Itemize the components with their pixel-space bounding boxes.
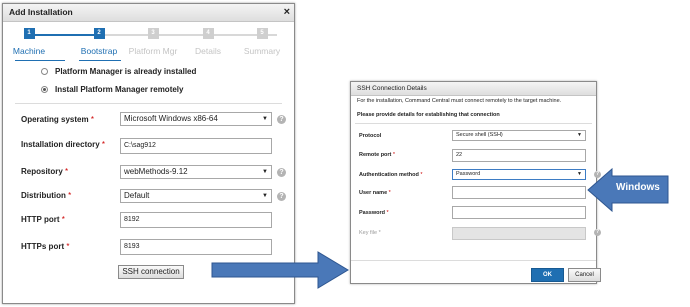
windows-callout-label: Windows xyxy=(616,182,660,193)
arrow-right-annotation xyxy=(211,251,349,289)
annotation-layer xyxy=(211,167,669,289)
